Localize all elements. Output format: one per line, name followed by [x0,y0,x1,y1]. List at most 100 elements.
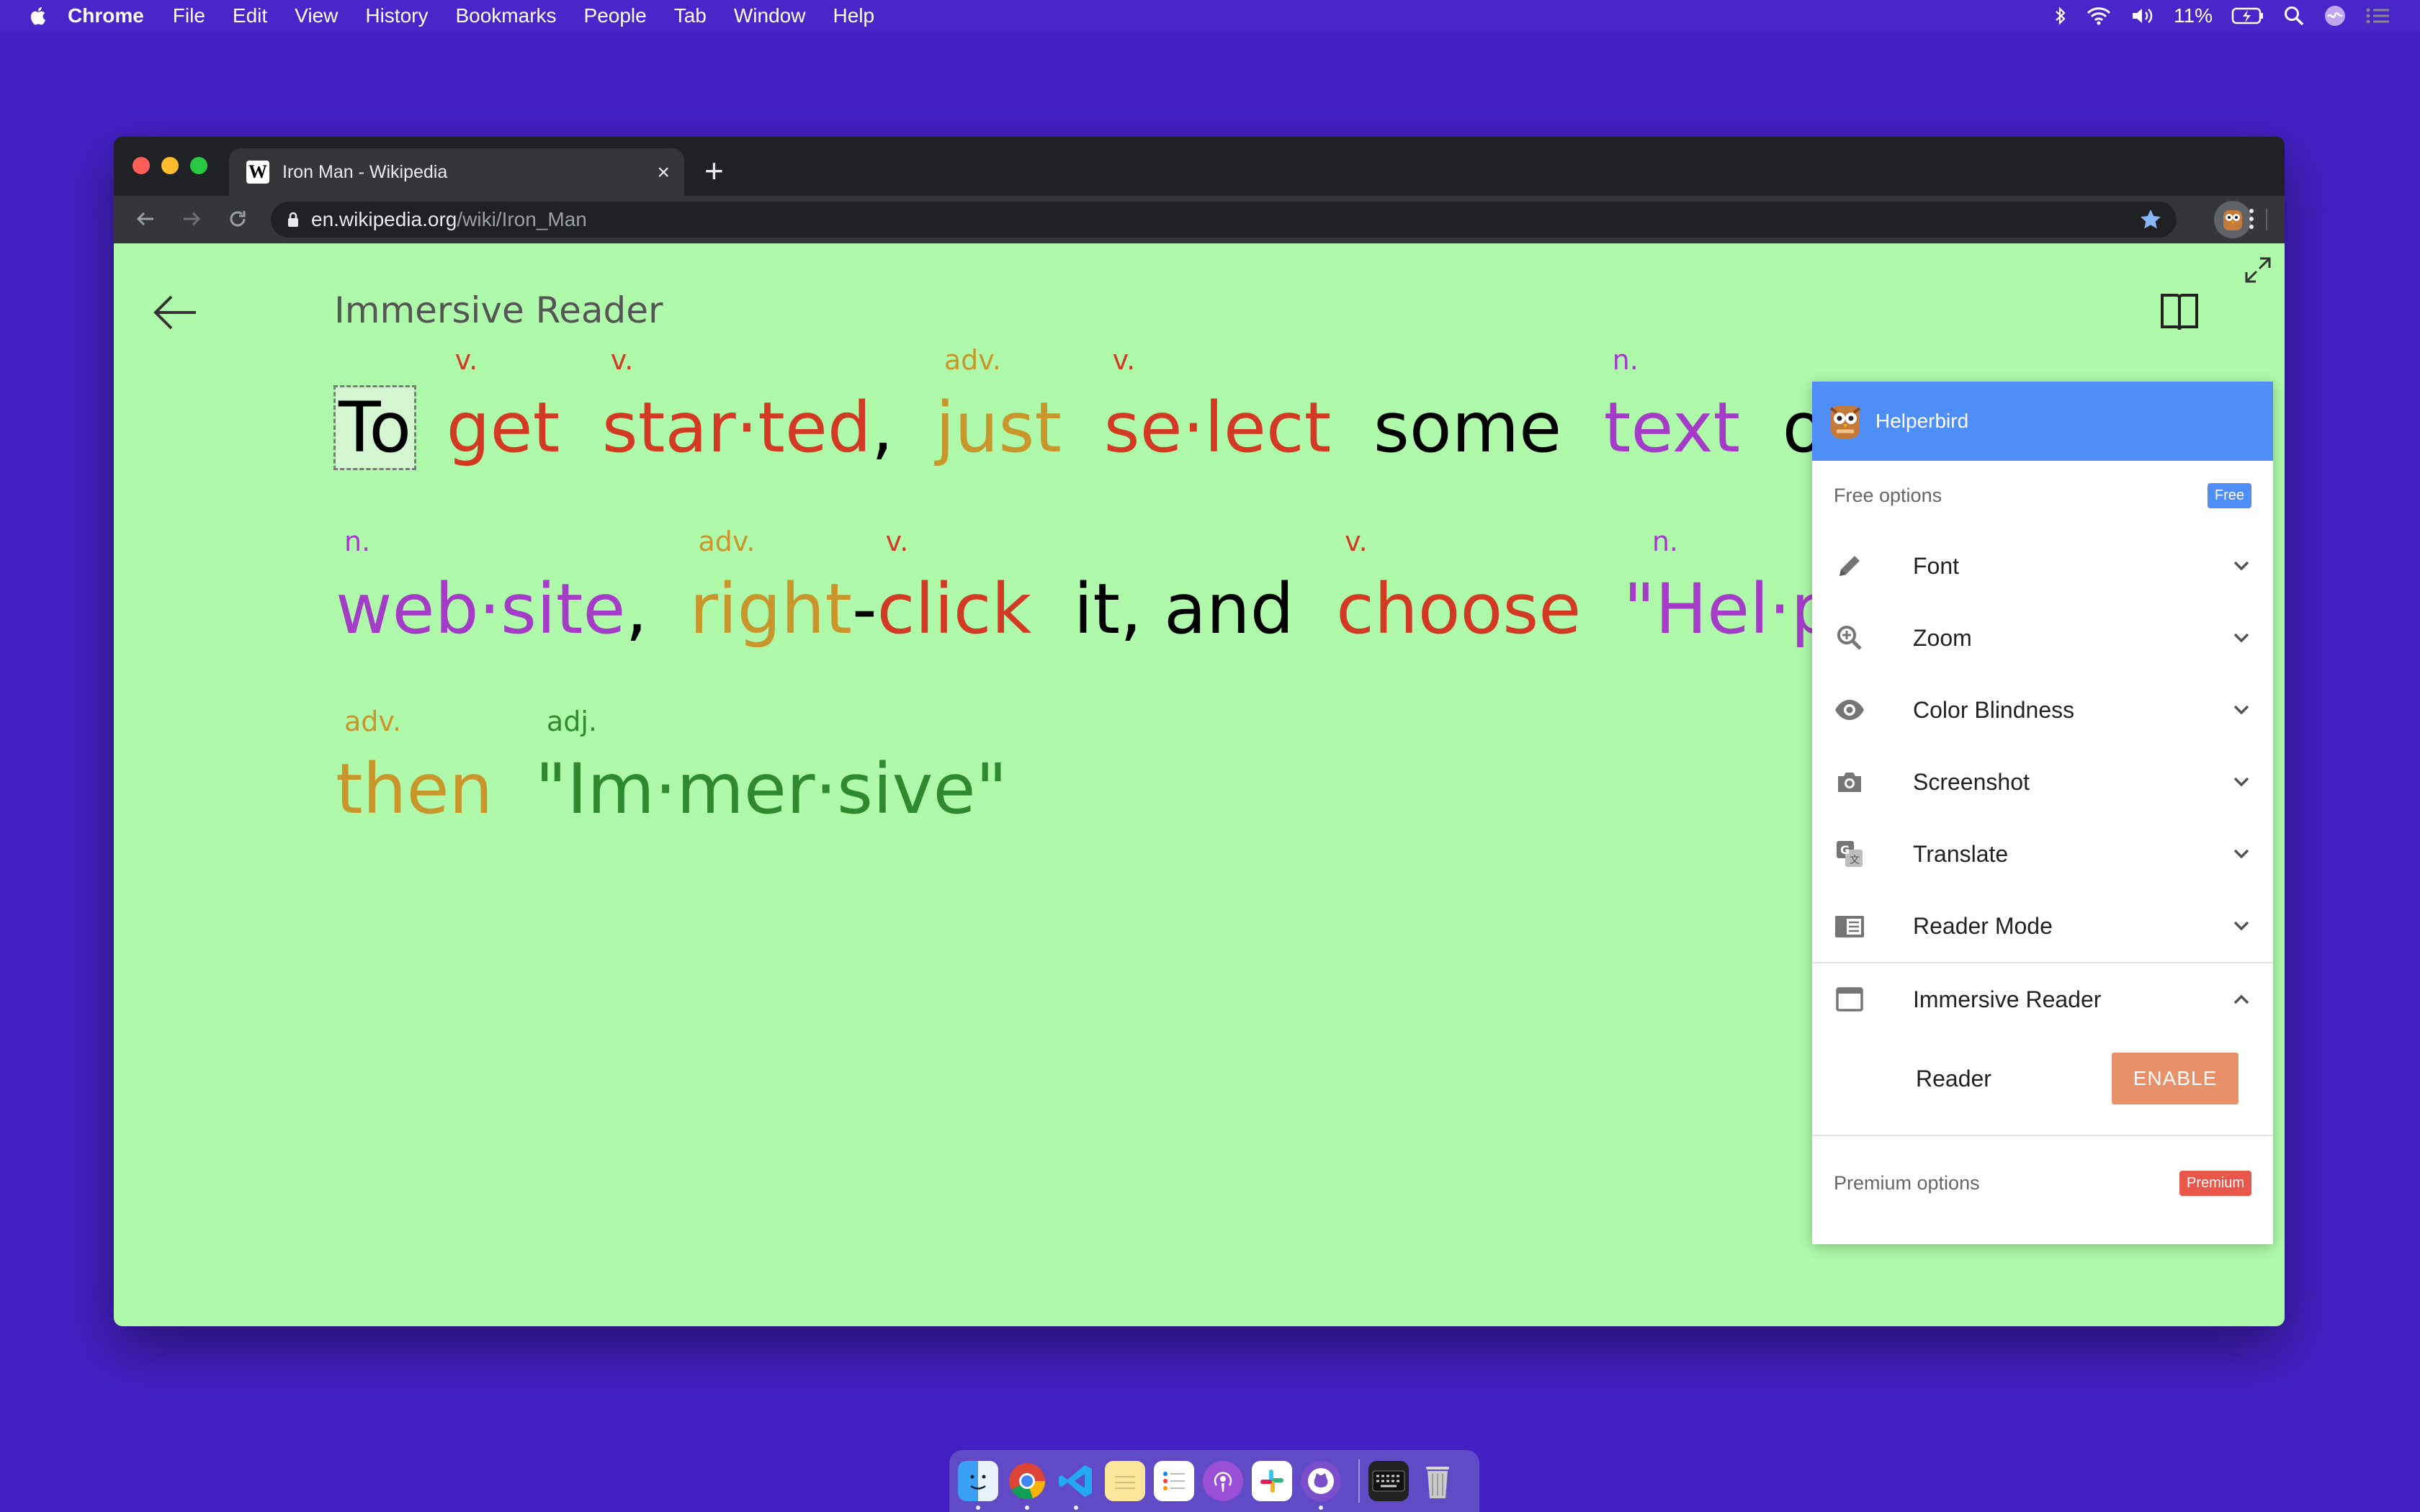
chevron-down-icon [2233,777,2249,787]
notification-center-icon[interactable] [2365,6,2391,26]
finder-dock-icon[interactable] [958,1461,998,1510]
keyboard-icon [1372,1470,1405,1492]
reader-word[interactable]: v. star·ted [602,344,871,468]
address-bar[interactable]: en.wikipedia.org/wiki/Iron_Man [271,202,2177,238]
free-badge: Free [2207,482,2251,508]
url-path: /wiki/Iron_Man [457,208,587,230]
reader-word[interactable]: v. se·lect [1104,344,1332,468]
back-arrow-icon[interactable] [153,294,199,331]
chrome-menu-button[interactable] [2236,203,2267,235]
option-color-blindness[interactable]: Color Blindness [1812,674,2273,746]
reader-setting-row: Reader ENABLE [1812,1035,2273,1122]
option-translate[interactable]: G文 Translate [1812,818,2273,890]
spotlight-search-icon[interactable] [2283,5,2305,27]
option-zoom[interactable]: Zoom [1812,602,2273,674]
reload-icon [230,211,246,227]
option-screenshot[interactable]: Screenshot [1812,746,2273,818]
reader-word[interactable]: n. web·site [336,526,625,649]
battery-percent: 11% [2174,4,2213,27]
option-reader-mode[interactable]: Reader Mode [1812,890,2273,962]
premium-options-header[interactable]: Premium options Premium [1812,1136,2273,1230]
reader-word[interactable]: adv. then [336,706,493,829]
option-immersive-reader[interactable]: Immersive Reader [1812,963,2273,1035]
book-icon[interactable] [2159,291,2200,333]
word-text: right [689,569,853,649]
part-of-speech-label: v. [1345,526,1368,557]
reader-word[interactable]: v. choose [1336,526,1582,649]
podcasts-dock-icon[interactable] [1203,1461,1243,1501]
option-font[interactable]: Font [1812,530,2273,602]
reader-word[interactable]: n. text [1604,344,1740,468]
browser-tab[interactable]: W Iron Man - Wikipedia × [229,148,684,196]
option-label: Translate [1913,840,2009,867]
dock-separator [1358,1459,1360,1503]
bluetooth-icon[interactable] [2054,6,2067,26]
menu-edit[interactable]: Edit [233,4,267,27]
bookmark-star-icon[interactable] [2139,208,2162,231]
option-label: Color Blindness [1913,696,2075,723]
trash-dock-icon[interactable] [1417,1461,1458,1501]
running-indicator [1025,1506,1029,1510]
menu-view[interactable]: View [295,4,338,27]
enable-button[interactable]: ENABLE [2112,1053,2238,1104]
vscode-dock-icon[interactable] [1056,1461,1096,1510]
notes-dock-icon[interactable] [1105,1461,1145,1501]
punctuation: - [852,569,877,649]
reader-word[interactable]: some [1373,387,1561,468]
svg-text:G: G [1840,843,1850,857]
apple-logo-icon[interactable] [29,6,46,26]
maximize-window-button[interactable] [190,157,207,174]
close-window-button[interactable] [133,157,150,174]
reader-word[interactable]: v. click [877,526,1032,649]
expand-icon[interactable] [2244,256,2272,284]
reader-word[interactable]: it, and [1074,569,1294,649]
word-text: , [871,387,894,468]
premium-options-label: Premium options [1834,1171,1980,1194]
word-text: To [339,387,412,468]
macos-dock [949,1450,1479,1512]
close-tab-icon[interactable]: × [657,161,670,185]
part-of-speech-label: n. [1652,526,1678,557]
github-desktop-dock-icon[interactable] [1301,1461,1341,1510]
volume-icon[interactable] [2130,6,2155,26]
menu-app-name[interactable]: Chrome [68,4,144,27]
menu-help[interactable]: Help [833,4,874,27]
word-text: "Im·mer·sive" [534,749,1008,829]
reader-word[interactable]: v. get [446,344,560,468]
menu-bookmarks[interactable]: Bookmarks [455,4,556,27]
word-text: get [446,387,560,468]
wifi-icon[interactable] [2086,6,2112,26]
word-text: some [1373,387,1562,468]
lock-icon[interactable] [287,212,300,228]
menu-file[interactable]: File [173,4,205,27]
forward-button[interactable] [176,203,207,235]
battery-charging-icon[interactable] [2231,6,2264,25]
slack-dock-icon[interactable] [1252,1461,1292,1501]
menu-people[interactable]: People [584,4,647,27]
reader-word[interactable]: n. "Hel·p [1623,526,1835,649]
reader-word[interactable]: To [333,385,417,470]
reminders-dock-icon[interactable] [1154,1461,1194,1501]
menu-history[interactable]: History [365,4,428,27]
reader-word[interactable]: adv. right [689,526,853,649]
menu-tab[interactable]: Tab [674,4,707,27]
siri-icon[interactable] [2323,4,2347,27]
minimize-window-button[interactable] [161,157,179,174]
chrome-dock-icon[interactable] [1007,1461,1047,1510]
reader-line-2: n. web·site, adv. right-v. click it, and v.… [336,526,1835,649]
reader-word[interactable]: adv. just [936,344,1062,468]
keyboard-viewer-dock-icon[interactable] [1368,1461,1409,1501]
reminders-icon [1163,1472,1185,1490]
part-of-speech-label: adv. [698,526,756,557]
back-button[interactable] [130,203,161,235]
reload-button[interactable] [222,203,254,235]
word-text: choose [1336,569,1582,649]
back-arrow-icon [136,212,153,226]
new-tab-button[interactable]: + [704,154,724,187]
menu-window[interactable]: Window [734,4,806,27]
option-label: Reader Mode [1913,912,2053,939]
reader-word[interactable]: adj. "Im·mer·sive" [534,706,1008,829]
slack-logo-icon [1260,1470,1283,1493]
wikipedia-favicon-icon: W [246,161,269,184]
chevron-down-icon [2233,633,2249,643]
